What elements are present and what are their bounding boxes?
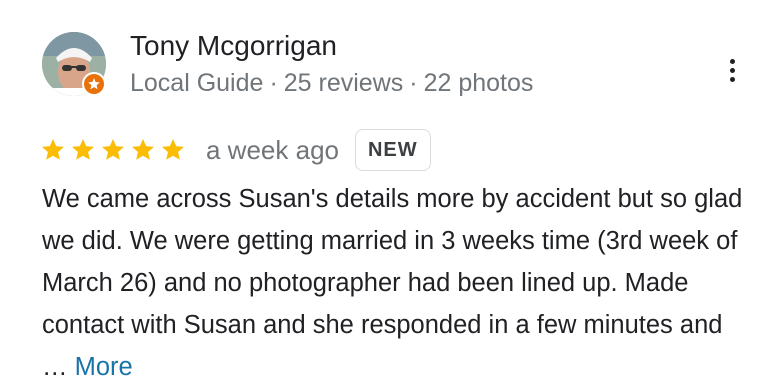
review-text: We came across Susan's details more by a… <box>42 178 754 388</box>
star-icon <box>102 138 124 160</box>
star-rating <box>40 137 186 163</box>
review-count: 25 reviews <box>283 69 404 97</box>
meta-separator: · <box>409 69 418 97</box>
reviewer-meta: Local Guide · 25 reviews · 22 photos <box>130 66 533 100</box>
star-icon <box>132 138 154 160</box>
avatar-container[interactable] <box>42 32 106 96</box>
local-guide-icon <box>82 72 106 96</box>
more-vert-icon[interactable] <box>718 52 746 88</box>
review-body: We came across Susan's details more by a… <box>42 185 743 381</box>
new-badge: NEW <box>354 129 431 171</box>
local-guide-label: Local Guide <box>130 69 264 97</box>
more-link[interactable]: More <box>75 353 133 381</box>
star-icon <box>42 138 64 160</box>
reviewer-name[interactable]: Tony Mcgorrigan <box>130 28 337 64</box>
rating-row: a week ago NEW <box>40 128 431 172</box>
meta-separator: · <box>269 69 278 97</box>
star-icon <box>162 138 184 160</box>
star-icon <box>72 138 94 160</box>
review-time: a week ago <box>206 134 339 165</box>
photo-count: 22 photos <box>423 69 534 97</box>
